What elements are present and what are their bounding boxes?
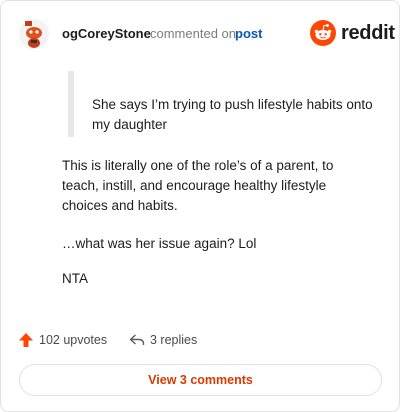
quote-text: She says I’m trying to push lifestyle ha… — [92, 97, 373, 132]
comment-paragraph: …what was her issue again? Lol — [62, 236, 257, 251]
upvote-count: 102 upvotes — [39, 333, 108, 347]
post-link[interactable]: post — [235, 26, 262, 41]
view-comments-button[interactable]: View 3 comments — [19, 364, 382, 396]
comment-paragraph: This is literally one of the role’s of a… — [62, 158, 334, 213]
comment-paragraph: NTA — [62, 271, 88, 286]
username[interactable]: ogCoreyStone — [62, 26, 151, 41]
snoo-avatar-icon — [19, 19, 49, 49]
avatar[interactable] — [19, 19, 49, 49]
upvote-button[interactable]: 102 upvotes — [18, 332, 107, 348]
quote-block: She says I’m trying to push lifestyle ha… — [68, 71, 374, 137]
reply-icon — [129, 334, 145, 345]
replies-button[interactable]: 3 replies — [129, 332, 197, 348]
replies-count: 3 replies — [150, 333, 198, 347]
commented-on-text: commented on — [150, 26, 236, 41]
reddit-logo[interactable]: reddit — [310, 19, 395, 47]
upvote-arrow-icon — [19, 333, 33, 347]
comment-card: ogCoreyStone commented on post reddit Sh… — [0, 0, 400, 412]
reddit-wordmark: reddit — [341, 21, 395, 44]
reddit-icon — [310, 20, 336, 46]
